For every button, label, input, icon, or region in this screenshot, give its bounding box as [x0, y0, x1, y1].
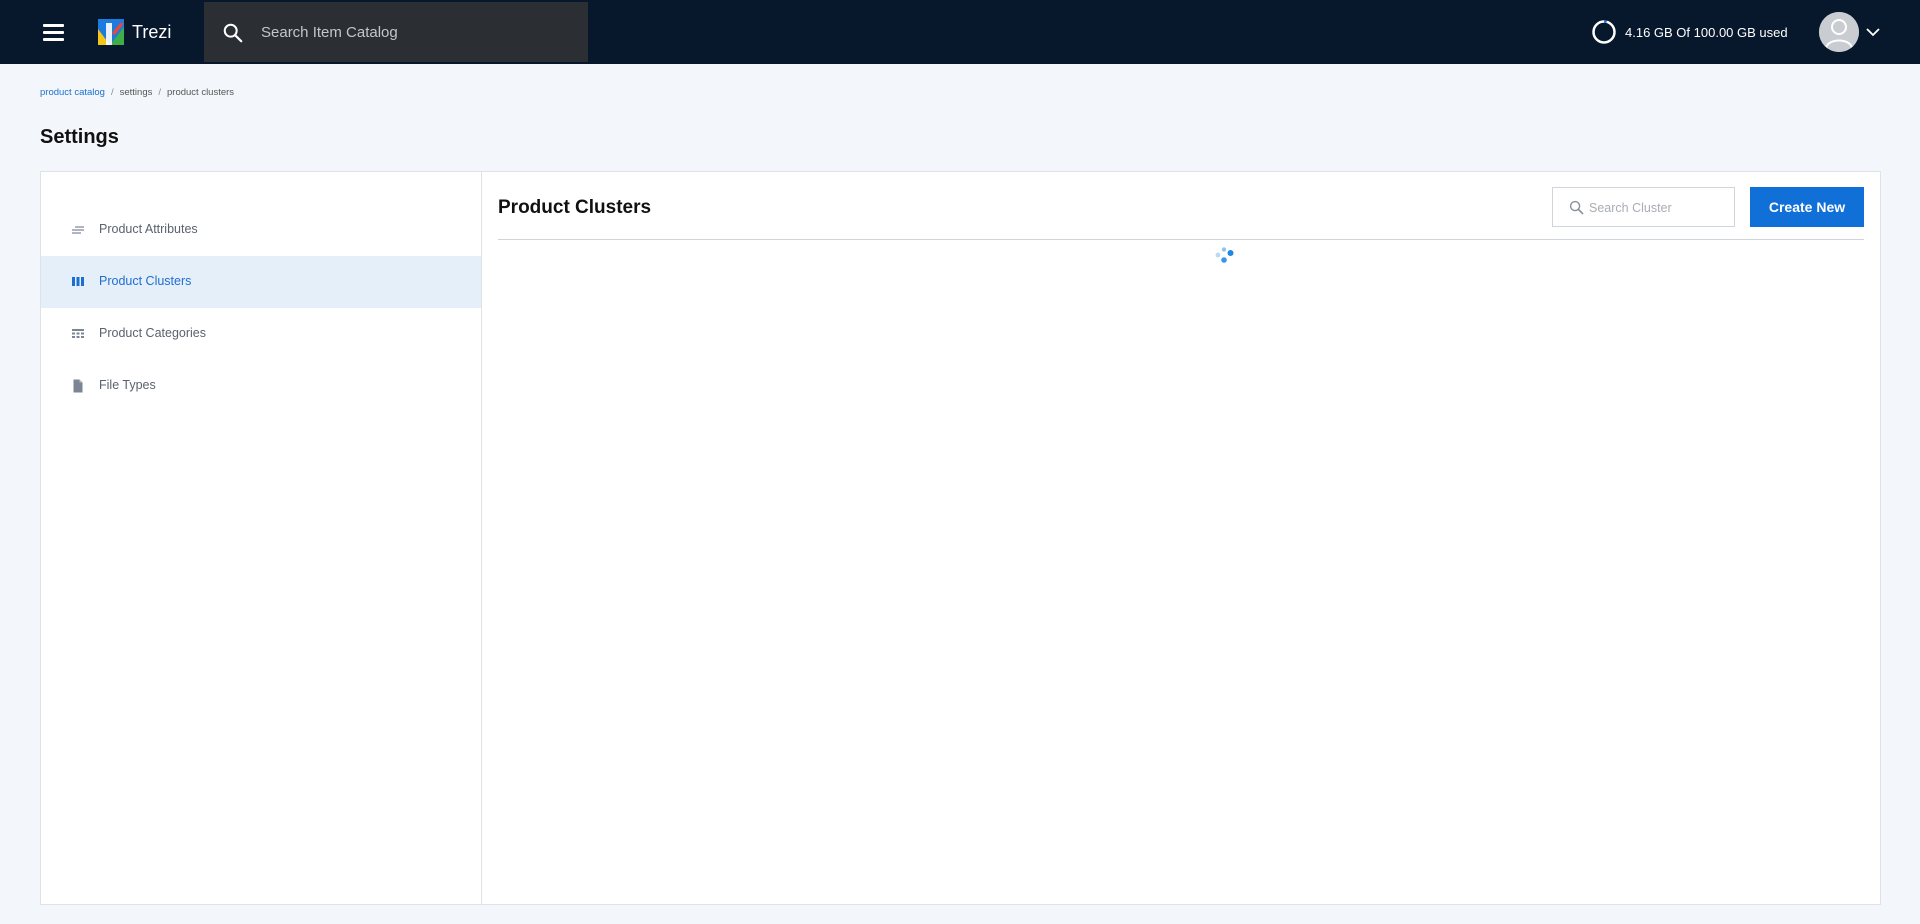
breadcrumb-separator: / — [158, 87, 161, 98]
breadcrumb-product-catalog[interactable]: product catalog — [40, 87, 105, 98]
file-icon — [73, 379, 83, 393]
sidebar-item-product-categories[interactable]: Product Categories — [41, 308, 481, 360]
search-icon — [223, 23, 243, 43]
sidebar-item-file-types[interactable]: File Types — [41, 360, 481, 412]
user-avatar[interactable] — [1819, 12, 1859, 52]
lines-icon — [72, 226, 84, 234]
breadcrumb-separator: / — [110, 87, 114, 98]
catalog-search[interactable] — [204, 2, 588, 62]
search-icon — [1569, 200, 1584, 215]
product-clusters-content: Product Clusters Create New — [498, 172, 1864, 904]
top-navigation-bar: Trezi 4.16 GB Of 100.00 GB used — [0, 0, 1920, 64]
brand[interactable]: Trezi — [98, 19, 171, 45]
catalog-search-input[interactable] — [261, 20, 561, 44]
trezi-logo — [98, 19, 124, 45]
page-title: Settings — [40, 126, 119, 148]
user-avatar-icon — [1819, 12, 1859, 52]
sidebar-item-label: Product Attributes — [99, 222, 198, 236]
storage-usage: 4.16 GB Of 100.00 GB used — [1591, 19, 1788, 45]
brand-name: Trezi — [132, 21, 172, 42]
sidebar-item-label: Product Categories — [99, 326, 207, 340]
create-new-button[interactable]: Create New — [1750, 187, 1864, 227]
breadcrumb-settings[interactable]: settings — [120, 87, 153, 98]
storage-usage-text: 4.16 GB Of 100.00 GB used — [1625, 24, 1788, 40]
sidebar-item-product-clusters[interactable]: Product Clusters — [41, 256, 481, 308]
hamburger-menu-icon[interactable] — [40, 20, 68, 44]
chevron-down-icon[interactable] — [1865, 24, 1881, 40]
header-divider — [498, 239, 1864, 240]
settings-panel: Product Attributes Product Clusters Prod… — [40, 171, 1881, 905]
cluster-search[interactable] — [1552, 187, 1735, 227]
content-title: Product Clusters — [498, 197, 652, 218]
sidebar-item-product-attributes[interactable]: Product Attributes — [41, 204, 481, 256]
breadcrumb: product catalog / settings / product clu… — [40, 87, 234, 98]
cluster-search-input[interactable] — [1589, 198, 1729, 218]
settings-sidebar: Product Attributes Product Clusters Prod… — [41, 172, 482, 904]
sidebar-item-label: File Types — [99, 378, 156, 392]
columns-icon — [72, 277, 84, 286]
breadcrumb-product-clusters: product clusters — [167, 87, 235, 98]
storage-progress-ring-icon — [1592, 20, 1616, 44]
loading-spinner-icon — [1215, 247, 1234, 263]
table-icon — [72, 329, 84, 338]
sidebar-item-label: Product Clusters — [99, 274, 192, 288]
